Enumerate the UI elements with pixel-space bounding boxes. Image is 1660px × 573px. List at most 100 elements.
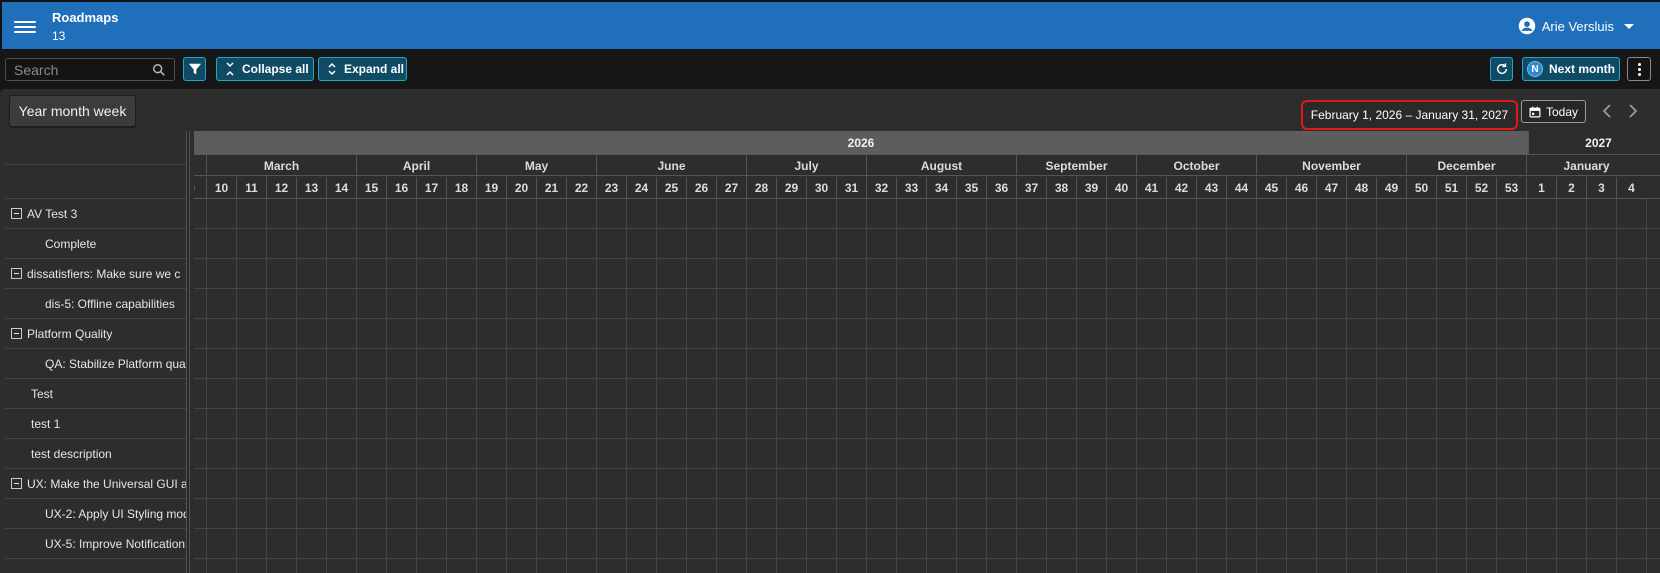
search-box (5, 58, 175, 81)
today-button[interactable]: Today (1521, 100, 1586, 123)
list-item[interactable]: test description (5, 439, 186, 469)
week-header: 4 (1616, 177, 1646, 199)
collapse-toggle-icon[interactable] (11, 268, 22, 279)
page-title: Roadmaps (52, 10, 119, 25)
grid-column-line (1646, 199, 1647, 573)
week-header: 36 (986, 177, 1016, 199)
grid-column-line (806, 199, 807, 573)
grid-row-line (194, 378, 1660, 379)
hamburger-menu-icon[interactable] (14, 18, 36, 36)
user-menu[interactable]: Arie Versluis (1518, 17, 1634, 35)
week-header: 30 (806, 177, 836, 199)
week-header: 48 (1346, 177, 1376, 199)
collapse-toggle-icon[interactable] (11, 478, 22, 489)
row-label: Platform Quality (27, 326, 113, 341)
list-item[interactable]: AV Test 3 (5, 199, 186, 229)
chevron-right-icon[interactable] (1624, 103, 1640, 119)
list-item[interactable]: UX-5: Improve Notification (5, 529, 186, 559)
collapse-icon (226, 62, 234, 76)
week-header: 19 (476, 177, 506, 199)
row-label: test 1 (31, 416, 61, 431)
week-header: 39 (1076, 177, 1106, 199)
month-header: May (476, 155, 596, 176)
collapse-toggle-icon[interactable] (11, 208, 22, 219)
week-header: 14 (326, 177, 356, 199)
grid-column-line (446, 199, 447, 573)
list-item[interactable]: QA: Stabilize Platform qua (5, 349, 186, 379)
month-header: March (206, 155, 356, 176)
date-range-display[interactable]: February 1, 2026 – January 31, 2027 (1301, 100, 1518, 130)
panel-splitter[interactable] (186, 131, 190, 573)
list-item[interactable]: dissatisfiers: Make sure we c (5, 259, 186, 289)
collapse-all-button[interactable]: Collapse all (216, 57, 314, 81)
grid-column-line (896, 199, 897, 573)
week-header: 46 (1286, 177, 1316, 199)
list-item[interactable]: UX-2: Apply UI Styling mod (5, 499, 186, 529)
row-label: QA: Stabilize Platform qua (45, 356, 186, 371)
grid-row-line (194, 348, 1660, 349)
week-header: 9 (194, 177, 206, 199)
week-header: 1 (1526, 177, 1556, 199)
week-header: 21 (536, 177, 566, 199)
calendar-icon (1529, 106, 1541, 117)
grid-column-line (566, 199, 567, 573)
collapse-toggle-icon[interactable] (11, 328, 22, 339)
list-item[interactable]: Test (5, 379, 186, 409)
grid-column-line (1406, 199, 1407, 573)
grid-column-line (1286, 199, 1287, 573)
week-header: 26 (686, 177, 716, 199)
week-header: 20 (506, 177, 536, 199)
week-header: 43 (1196, 177, 1226, 199)
refresh-button[interactable] (1490, 57, 1513, 81)
search-icon[interactable] (152, 63, 166, 77)
list-item[interactable]: dis-5: Offline capabilities (5, 289, 186, 319)
row-label: test description (31, 446, 112, 461)
list-item[interactable]: Complete (5, 229, 186, 259)
expand-all-button[interactable]: Expand all (318, 57, 407, 81)
week-header: 23 (596, 177, 626, 199)
grid-column-line (686, 199, 687, 573)
grid-column-line (956, 199, 957, 573)
week-header: 38 (1046, 177, 1076, 199)
week-header: 35 (956, 177, 986, 199)
view-mode-button[interactable]: Year month week (9, 95, 136, 127)
grid-column-line (656, 199, 657, 573)
grid-column-line (326, 199, 327, 573)
grid-row-line (194, 468, 1660, 469)
week-header: 52 (1466, 177, 1496, 199)
chevron-left-icon[interactable] (1600, 103, 1616, 119)
week-header: 16 (386, 177, 416, 199)
grid-column-line (1376, 199, 1377, 573)
grid-column-line (266, 199, 267, 573)
grid-column-line (1196, 199, 1197, 573)
search-input[interactable] (6, 59, 146, 80)
grid-column-line (1526, 199, 1527, 573)
expand-all-label: Expand all (344, 62, 405, 76)
week-header: 34 (926, 177, 956, 199)
grid-column-line (386, 199, 387, 573)
grid-column-line (1316, 199, 1317, 573)
week-header: 15 (356, 177, 386, 199)
week-header: 24 (626, 177, 656, 199)
more-options-icon[interactable] (1627, 57, 1651, 81)
grid-column-line (296, 199, 297, 573)
row-list: AV Test 3 Complete dissatisfiers: Make sur… (5, 131, 186, 573)
timeline-body[interactable] (194, 199, 1660, 573)
grid-column-line (1586, 199, 1587, 573)
month-header: September (1016, 155, 1136, 176)
list-item[interactable]: UX: Make the Universal GUI a (5, 469, 186, 499)
list-item[interactable]: test 1 (5, 409, 186, 439)
week-header: 12 (266, 177, 296, 199)
week-header: 33 (896, 177, 926, 199)
filter-button[interactable] (183, 57, 206, 81)
grid-column-line (626, 199, 627, 573)
grid-column-line (1466, 199, 1467, 573)
grid-column-line (236, 199, 237, 573)
grid-column-line (476, 199, 477, 573)
row-label: AV Test 3 (27, 206, 78, 221)
account-circle-icon (1518, 17, 1535, 35)
next-month-button[interactable]: N Next month (1522, 57, 1620, 81)
list-item[interactable]: Platform Quality (5, 319, 186, 349)
grid-row-line (194, 528, 1660, 529)
grid-column-line (1436, 199, 1437, 573)
